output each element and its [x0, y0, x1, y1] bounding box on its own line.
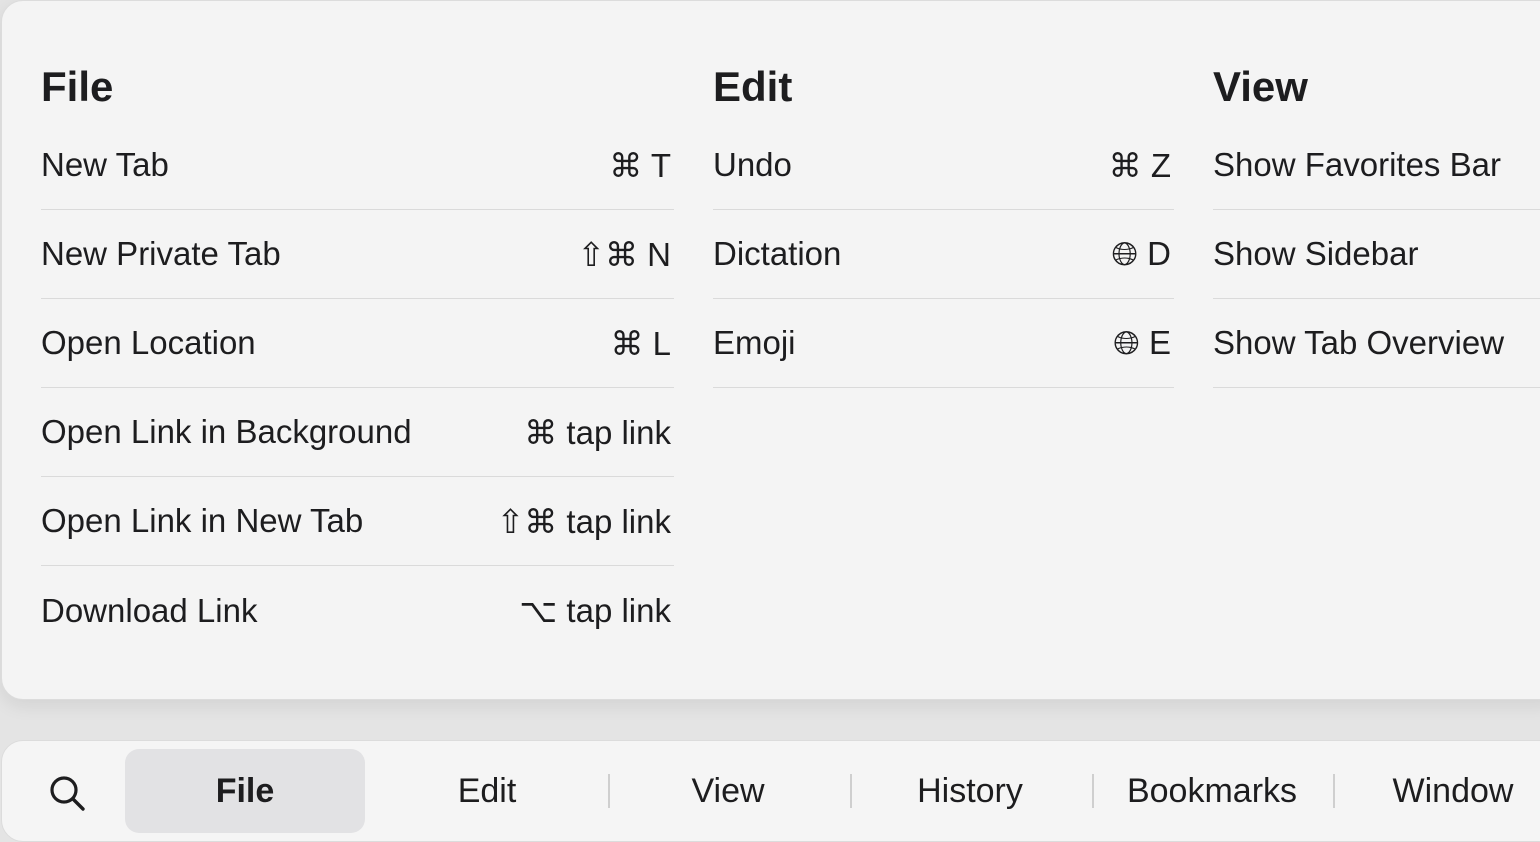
menu-item-label: Dictation [713, 235, 842, 272]
menu-item-open-link-background[interactable]: Open Link in Background ⌘ tap link [41, 388, 674, 477]
menu-item-label: Emoji [713, 324, 796, 361]
menu-item-new-private-tab[interactable]: New Private Tab ⇧⌘ N [41, 210, 674, 299]
menu-item-download-link[interactable]: Download Link ⌥ tap link [41, 566, 674, 655]
edit-menu-heading: Edit [713, 63, 793, 110]
menu-item-label: New Private Tab [41, 235, 281, 272]
menu-item-label: Show Favorites Bar [1213, 146, 1501, 183]
menu-item-shortcut: ⌥ tap link [519, 592, 671, 629]
menu-item-shortcut: ⌘ T [609, 146, 671, 184]
menu-item-label: Open Location [41, 324, 256, 361]
view-menu-heading: View [1213, 63, 1308, 110]
menu-item-shortcut: ⇧⌘ tap link [496, 502, 671, 540]
menu-item-shortcut: ⌘ Z [1108, 146, 1171, 184]
menu-panel: File New Tab ⌘ T New Private Tab ⇧⌘ N Op… [1, 0, 1540, 700]
tab-file[interactable]: File [125, 749, 365, 833]
tab-bookmarks[interactable]: Bookmarks [1092, 749, 1332, 833]
menu-item-shortcut: ⇧⌘ N [577, 235, 671, 273]
menu-item-shortcut: ⌘ L [610, 324, 671, 362]
menu-item-label: New Tab [41, 146, 169, 183]
menu-item-emoji[interactable]: Emoji 🌐︎ E [713, 299, 1174, 388]
tab-edit[interactable]: Edit [367, 749, 607, 833]
menu-item-label: Show Sidebar [1213, 235, 1419, 272]
menu-bar: File Edit View History Bookmarks Window [1, 740, 1540, 842]
search-icon[interactable] [47, 773, 87, 813]
menu-item-show-sidebar[interactable]: Show Sidebar [1213, 210, 1540, 299]
menu-item-label: Open Link in Background [41, 413, 412, 450]
menu-item-open-link-new-tab[interactable]: Open Link in New Tab ⇧⌘ tap link [41, 477, 674, 566]
menu-item-undo[interactable]: Undo ⌘ Z [713, 121, 1174, 210]
file-menu-heading: File [41, 63, 114, 110]
menu-item-show-tab-overview[interactable]: Show Tab Overview [1213, 299, 1540, 388]
menu-item-label: Open Link in New Tab [41, 502, 364, 539]
menu-item-shortcut: 🌐︎ D [1111, 234, 1171, 272]
menu-item-label: Show Tab Overview [1213, 324, 1505, 361]
tab-window[interactable]: Window [1333, 749, 1540, 833]
menu-item-shortcut: 🌐︎ E [1113, 323, 1171, 361]
menu-item-open-location[interactable]: Open Location ⌘ L [41, 299, 674, 388]
tab-history[interactable]: History [850, 749, 1090, 833]
menu-item-new-tab[interactable]: New Tab ⌘ T [41, 121, 674, 210]
menu-item-dictation[interactable]: Dictation 🌐︎ D [713, 210, 1174, 299]
tab-view[interactable]: View [608, 749, 848, 833]
menu-item-shortcut: ⌘ tap link [524, 413, 671, 451]
menu-item-label: Undo [713, 146, 792, 183]
menu-item-show-favorites-bar[interactable]: Show Favorites Bar [1213, 121, 1540, 210]
menu-item-label: Download Link [41, 591, 258, 629]
